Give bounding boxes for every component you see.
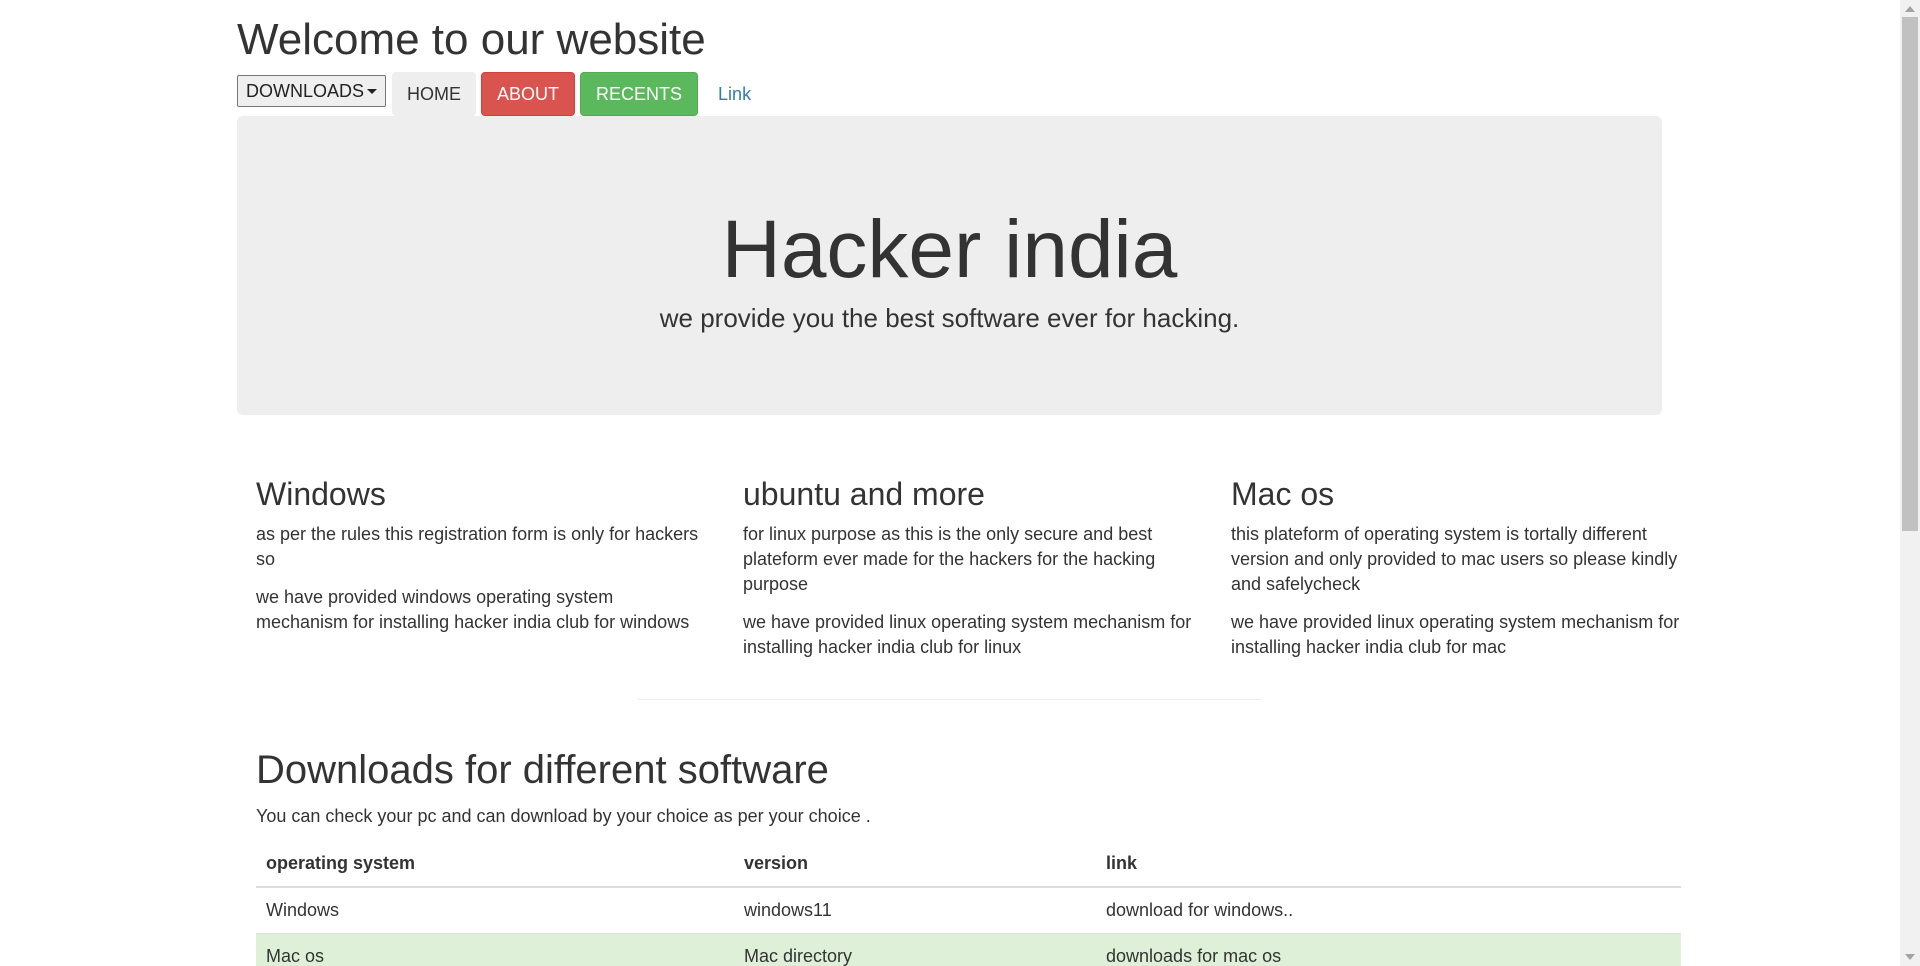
site-title: Welcome to our website [237,15,706,64]
table-row: Windows windows11 download for windows.. [256,886,1681,934]
downloads-title: Downloads for different software [256,748,829,792]
scroll-down-icon[interactable] [1905,954,1915,960]
table-cell: download for windows.. [1096,886,1681,934]
table-header: version [734,840,1096,888]
table-header-row: operating system version link [256,840,1681,888]
table-header: link [1096,840,1681,888]
column-windows: Windows as per the rules this registrati… [256,474,706,635]
column-heading: ubuntu and more [743,476,985,512]
column-heading: Windows [256,476,386,512]
table-cell: Windows [256,886,734,934]
downloads-dropdown-label: DOWNLOADS [246,80,365,101]
scrollbar-thumb[interactable] [1902,17,1918,531]
table-cell: Mac os [256,933,734,966]
nav-bar: DOWNLOADS HOME ABOUT RECENTS Link [237,72,771,116]
vertical-scrollbar[interactable] [1900,0,1920,966]
table-row: Mac os Mac directory downloads for mac o… [256,933,1681,966]
nav-recents[interactable]: RECENTS [580,72,699,116]
column-ubuntu: ubuntu and more for linux purpose as thi… [743,474,1193,660]
downloads-dropdown-button[interactable]: DOWNLOADS [237,75,387,107]
table-cell: windows11 [734,886,1096,934]
nav-home[interactable]: HOME [392,72,477,116]
downloads-table: operating system version link Windows wi… [256,840,1681,966]
column-text: for linux purpose as this is the only se… [743,524,1156,594]
caret-down-icon [367,88,378,94]
table-header: operating system [256,840,734,888]
section-divider [637,699,1262,700]
hero-subtitle: we provide you the best software ever fo… [659,303,1240,333]
column-text: we have provided windows operating syste… [256,587,690,632]
column-macos: Mac os this plateform of operating syste… [1231,474,1681,660]
page: Welcome to our website DOWNLOADS HOME AB… [0,0,1900,966]
column-text: as per the rules this registration form … [256,524,699,569]
table-cell: downloads for mac os [1096,933,1681,966]
column-text: we have provided linux operating system … [1231,612,1680,657]
downloads-description: You can check your pc and can download b… [256,806,871,826]
table-cell: Mac directory [734,933,1096,966]
nav-about[interactable]: ABOUT [481,72,576,116]
hero-jumbotron: Hacker india we provide you the best sof… [237,116,1662,415]
column-text: we have provided linux operating system … [743,612,1192,657]
hero-title: Hacker india [721,204,1178,295]
scroll-up-icon[interactable] [1905,6,1915,12]
nav-link[interactable]: Link [703,72,766,116]
column-heading: Mac os [1231,476,1335,512]
column-text: this plateform of operating system is to… [1231,524,1678,594]
